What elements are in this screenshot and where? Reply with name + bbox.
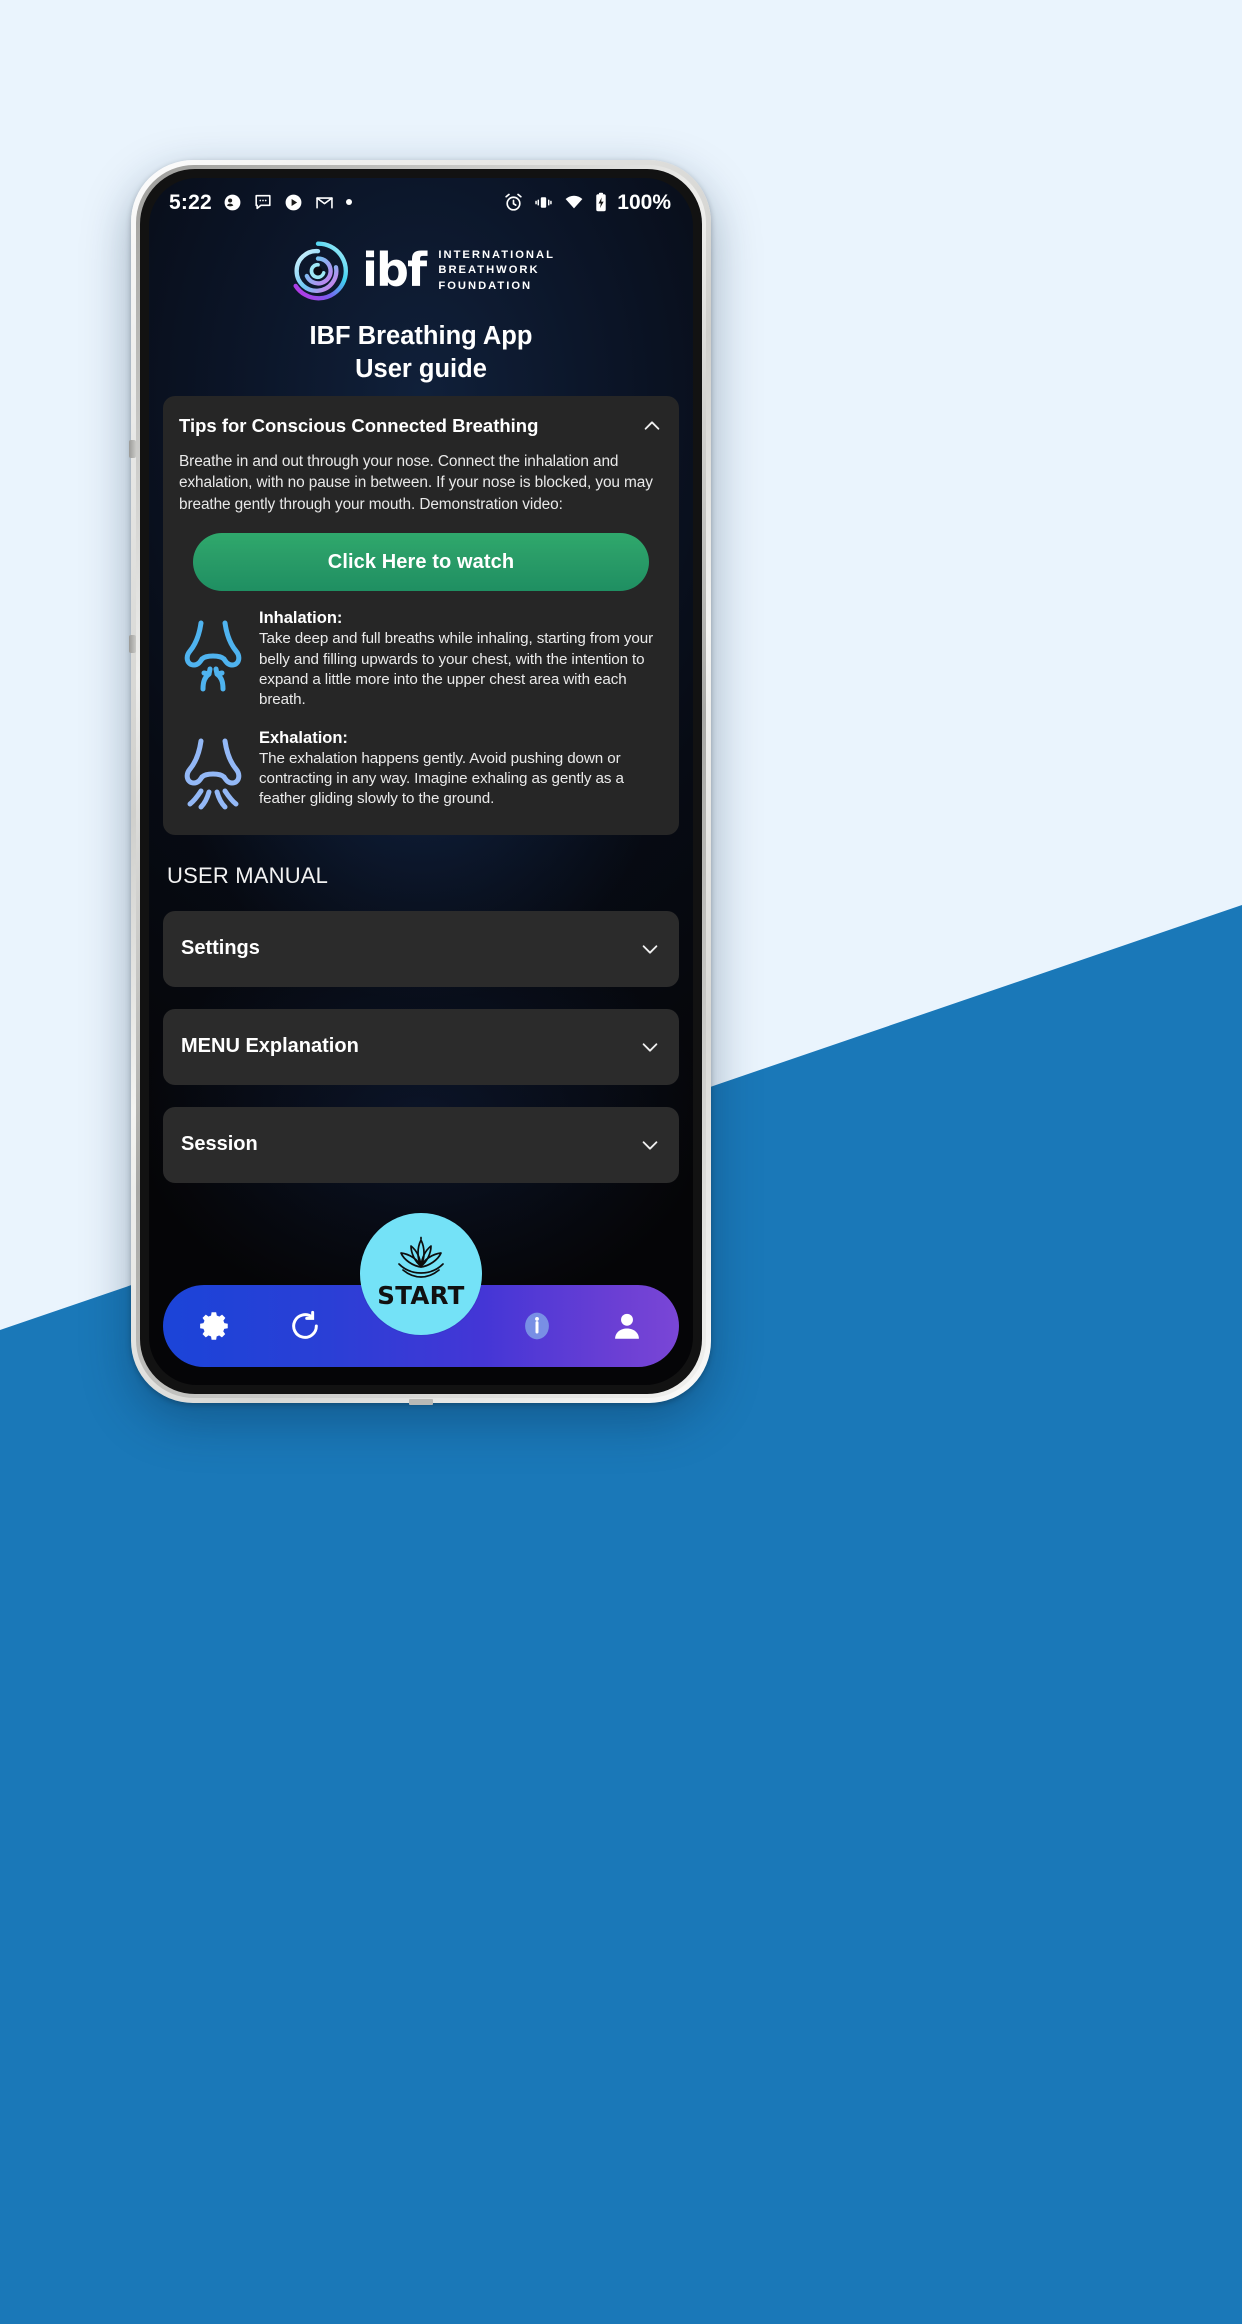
phone-device: 5:22 100% ibf INTERNATIONAL BREATHWORK F… xyxy=(129,160,711,1405)
phone-side-button-bottom[interactable] xyxy=(129,635,136,653)
page-title-line-2: User guide xyxy=(355,354,487,383)
tips-card: Tips for Conscious Connected Breathing B… xyxy=(163,396,679,835)
accordion-settings[interactable]: Settings xyxy=(163,910,679,987)
chevron-down-icon[interactable] xyxy=(639,1036,661,1058)
accordion-menu-explanation[interactable]: MENU Explanation xyxy=(163,1008,679,1085)
bottom-nav-wrapper: START xyxy=(149,1213,693,1367)
page-title: IBF Breathing App User guide xyxy=(149,320,693,385)
gmail-icon xyxy=(314,193,335,212)
nose-exhale-icon xyxy=(179,731,249,813)
ibf-spiral-logo xyxy=(287,240,349,302)
inhalation-text: Inhalation: Take deep and full breaths w… xyxy=(259,609,663,710)
exhalation-row: Exhalation: The exhalation happens gentl… xyxy=(179,729,663,813)
watch-video-button[interactable]: Click Here to watch xyxy=(193,533,649,592)
brand-lockup: ibf INTERNATIONAL BREATHWORK FOUNDATION xyxy=(149,226,693,302)
chevron-down-icon[interactable] xyxy=(639,1134,661,1156)
brand-org-line-2: BREATHWORK xyxy=(438,264,540,277)
inhalation-row: Inhalation: Take deep and full breaths w… xyxy=(179,609,663,710)
status-bar-left: 5:22 xyxy=(169,192,352,213)
messages-icon xyxy=(253,193,273,212)
lotus-icon xyxy=(390,1236,452,1280)
chevron-down-icon[interactable] xyxy=(639,938,661,960)
phone-side-button-top[interactable] xyxy=(129,440,136,458)
exhalation-text: Exhalation: The exhalation happens gentl… xyxy=(259,729,663,810)
status-time: 5:22 xyxy=(169,190,212,214)
tips-card-paragraph: Breathe in and out through your nose. Co… xyxy=(179,453,653,513)
brand-org-name: INTERNATIONAL BREATHWORK FOUNDATION xyxy=(438,249,555,293)
inhalation-body: Take deep and full breaths while inhalin… xyxy=(259,630,654,709)
brand-wordmark: ibf xyxy=(362,243,427,298)
brand-org-line-3: FOUNDATION xyxy=(438,279,533,292)
phone-chin-mark xyxy=(409,1399,433,1405)
status-bar-right: 100% xyxy=(503,192,671,213)
user-manual-label: USER MANUAL xyxy=(167,862,329,888)
status-bar: 5:22 100% xyxy=(149,178,693,226)
exhalation-body: The exhalation happens gently. Avoid pus… xyxy=(259,749,624,808)
info-icon[interactable] xyxy=(517,1306,557,1346)
app-header: ibf INTERNATIONAL BREATHWORK FOUNDATION … xyxy=(149,226,693,385)
settings-gear-icon[interactable] xyxy=(195,1306,235,1346)
exhalation-title: Exhalation: xyxy=(259,728,348,747)
phone-screen: 5:22 100% ibf INTERNATIONAL BREATHWORK F… xyxy=(149,178,693,1385)
start-button-label: START xyxy=(377,1281,465,1310)
brand-org-line-1: INTERNATIONAL xyxy=(438,249,555,262)
screenshot-root: 5:22 100% ibf INTERNATIONAL BREATHWORK F… xyxy=(0,0,1242,2324)
inhalation-title: Inhalation: xyxy=(259,609,343,628)
accordion-settings-label: Settings xyxy=(181,937,260,960)
accordion-session[interactable]: Session xyxy=(163,1106,679,1183)
accordion-menu-explanation-label: MENU Explanation xyxy=(181,1035,359,1058)
battery-percent: 100% xyxy=(617,190,671,214)
profile-icon[interactable] xyxy=(607,1306,647,1346)
chevron-up-icon[interactable] xyxy=(641,415,663,437)
accordion-session-label: Session xyxy=(181,1133,258,1156)
refresh-icon[interactable] xyxy=(285,1306,325,1346)
contacts-icon xyxy=(223,193,242,212)
battery-charging-icon xyxy=(594,192,608,213)
page-title-line-1: IBF Breathing App xyxy=(309,322,533,350)
wifi-icon xyxy=(563,193,585,212)
tips-card-title: Tips for Conscious Connected Breathing xyxy=(179,415,539,436)
nose-inhale-icon xyxy=(179,611,249,693)
tips-card-header[interactable]: Tips for Conscious Connected Breathing xyxy=(179,396,663,451)
play-icon xyxy=(284,193,303,212)
more-dot-icon xyxy=(345,199,352,205)
alarm-icon xyxy=(503,192,524,213)
vibrate-icon xyxy=(533,193,554,212)
start-button[interactable]: START xyxy=(360,1213,482,1335)
